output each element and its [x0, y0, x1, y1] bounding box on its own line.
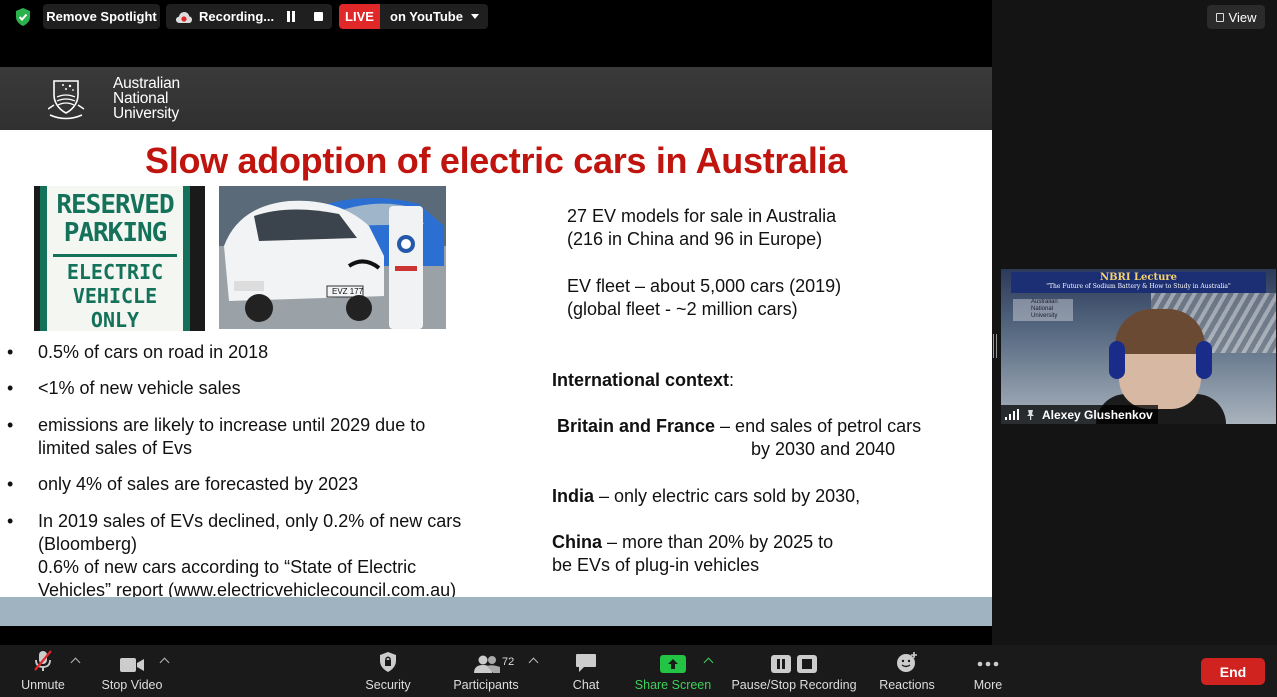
chevron-down-icon: [471, 14, 479, 19]
share-screen-button[interactable]: Share Screen: [632, 645, 714, 697]
more-dots-icon: [977, 661, 999, 667]
pause-stop-recording-button[interactable]: Pause/Stop Recording: [728, 645, 860, 697]
stop-video-button[interactable]: Stop Video: [96, 645, 168, 697]
britain-france-years: by 2030 and 2040: [751, 439, 896, 459]
participant-count: 72: [502, 656, 515, 668]
unmute-button[interactable]: Unmute: [16, 645, 70, 697]
pause-icon: [771, 655, 791, 673]
china-text-line2: be EVs of plug-in vehicles: [552, 555, 760, 575]
chat-label: Chat: [572, 678, 600, 692]
video-banner-title: NBRI Lecture: [1099, 272, 1178, 283]
cloud-recording-icon: [176, 11, 192, 23]
bullet-text: limited sales of Evs: [38, 438, 193, 458]
sign-line-1: RESERVED: [56, 190, 174, 220]
view-button[interactable]: View: [1207, 5, 1265, 29]
view-layout-icon: [1215, 12, 1224, 22]
university-name-line2: National: [113, 90, 169, 107]
stop-video-label: Stop Video: [101, 678, 163, 692]
chat-bubble-icon: [576, 654, 596, 672]
stream-target-label: on YouTube: [390, 9, 463, 24]
headphone-left: [1109, 341, 1125, 379]
remove-spotlight-label: Remove Spotlight: [46, 9, 157, 24]
participant-video-tile[interactable]: NBRI Lecture "The Future of Sodium Batte…: [1001, 269, 1276, 424]
bullet-text: In 2019 sales of EVs declined, only 0.2%…: [38, 511, 462, 531]
signal-bars-icon: [1005, 409, 1019, 420]
license-plate: EVZ 177: [332, 287, 364, 296]
participants-button[interactable]: Participants: [450, 645, 522, 697]
audio-options-chevron-icon[interactable]: [70, 657, 81, 668]
meeting-top-bar: Remove Spotlight Recording... LIVE on Yo…: [0, 0, 992, 34]
international-context-heading: International context:: [552, 370, 735, 390]
britain-france-text: Britain and France – end sales of petrol…: [557, 416, 922, 436]
headphone-right: [1196, 341, 1212, 379]
participant-name: Alexey Glushenkov: [1042, 407, 1153, 422]
bullet-text: (Bloomberg): [38, 534, 138, 554]
reactions-button[interactable]: Reactions: [876, 645, 938, 697]
participant-name-tag: Alexey Glushenkov: [1001, 405, 1158, 424]
shared-slide: Australian National University Slow adop…: [0, 67, 992, 626]
university-name-line3: University: [113, 105, 180, 122]
share-screen-label: Share Screen: [634, 678, 712, 692]
microphone-muted-icon: [34, 650, 52, 671]
stop-recording-icon[interactable]: [314, 12, 323, 21]
university-crest-icon: [48, 80, 85, 120]
end-label: End: [1219, 663, 1247, 680]
security-shield-icon: [380, 652, 396, 672]
slide-footer-band: [0, 597, 992, 626]
ev-charging-illustration: EVZ 177: [219, 186, 446, 329]
recording-indicator: Recording...: [166, 4, 332, 29]
pin-icon: [1027, 410, 1034, 420]
sign-line-3: ELECTRIC: [66, 260, 164, 284]
security-button[interactable]: Security: [360, 645, 416, 697]
ev-fleet-text: EV fleet – about 5,000 cars (2019) (glob…: [567, 276, 842, 319]
reactions-label: Reactions: [879, 678, 935, 692]
meeting-controls-toolbar: Unmute Stop Video Security Participants …: [0, 645, 1277, 697]
sign-line-5: ONLY: [90, 308, 140, 331]
chat-button[interactable]: Chat: [566, 645, 606, 697]
live-label: LIVE: [345, 9, 374, 24]
pause-recording-icon[interactable]: [286, 11, 296, 22]
unmute-label: Unmute: [21, 678, 65, 692]
india-text: India – only electric cars sold by 2030,: [552, 486, 861, 506]
panel-resize-handle[interactable]: [993, 334, 997, 358]
reactions-smiley-icon: [897, 652, 917, 672]
shield-check-icon[interactable]: [12, 6, 34, 28]
slide-title: Slow adoption of electric cars in Austra…: [145, 140, 847, 181]
live-stream-menu[interactable]: on YouTube: [380, 4, 488, 29]
ev-models-text: 27 EV models for sale in Australia (216 …: [567, 206, 837, 249]
bullet-text: emissions are likely to increase until 2…: [38, 415, 426, 435]
security-label: Security: [365, 678, 411, 692]
bullet-text: <1% of new vehicle sales: [38, 378, 241, 398]
reserved-parking-sign-photo: RESERVED PARKING ELECTRIC VEHICLE ONLY: [34, 186, 205, 331]
bullet-text: 0.6% of new cars according to “State of …: [38, 557, 417, 577]
stop-icon: [797, 655, 817, 673]
end-meeting-button[interactable]: End: [1201, 658, 1265, 685]
video-camera-icon: [120, 658, 144, 672]
view-label: View: [1228, 9, 1257, 25]
china-text: China – more than 20% by 2025 to: [552, 532, 834, 552]
remove-spotlight-button[interactable]: Remove Spotlight: [43, 4, 160, 29]
university-name-line1: Australian: [113, 75, 180, 92]
bullet-text: 0.5% of cars on road in 2018: [38, 342, 269, 362]
participants-icon: [474, 655, 500, 673]
video-logo: Australian National University: [1013, 299, 1073, 321]
video-banner: NBRI Lecture "The Future of Sodium Batte…: [1011, 272, 1266, 293]
university-name: Australian National University: [113, 75, 180, 122]
pause-stop-recording-label: Pause/Stop Recording: [731, 678, 857, 692]
more-label: More: [973, 678, 1003, 692]
share-screen-icon: [660, 655, 686, 673]
sign-line-4: VEHICLE: [72, 284, 158, 308]
participants-options-chevron-icon[interactable]: [528, 657, 539, 668]
bullet-text: only 4% of sales are forecasted by 2023: [38, 474, 359, 494]
parking-sign: RESERVED PARKING ELECTRIC VEHICLE ONLY: [40, 186, 190, 331]
electric-car-charging-photo: EVZ 177: [219, 186, 446, 329]
participants-label: Participants: [453, 678, 519, 692]
slide-header-band: Australian National University: [0, 67, 992, 130]
video-banner-subtitle: "The Future of Sodium Battery & How to S…: [1046, 283, 1231, 290]
live-badge: LIVE: [339, 4, 380, 29]
more-button[interactable]: More: [968, 645, 1008, 697]
recording-label: Recording...: [199, 9, 275, 24]
sign-line-2: PARKING: [63, 218, 168, 248]
